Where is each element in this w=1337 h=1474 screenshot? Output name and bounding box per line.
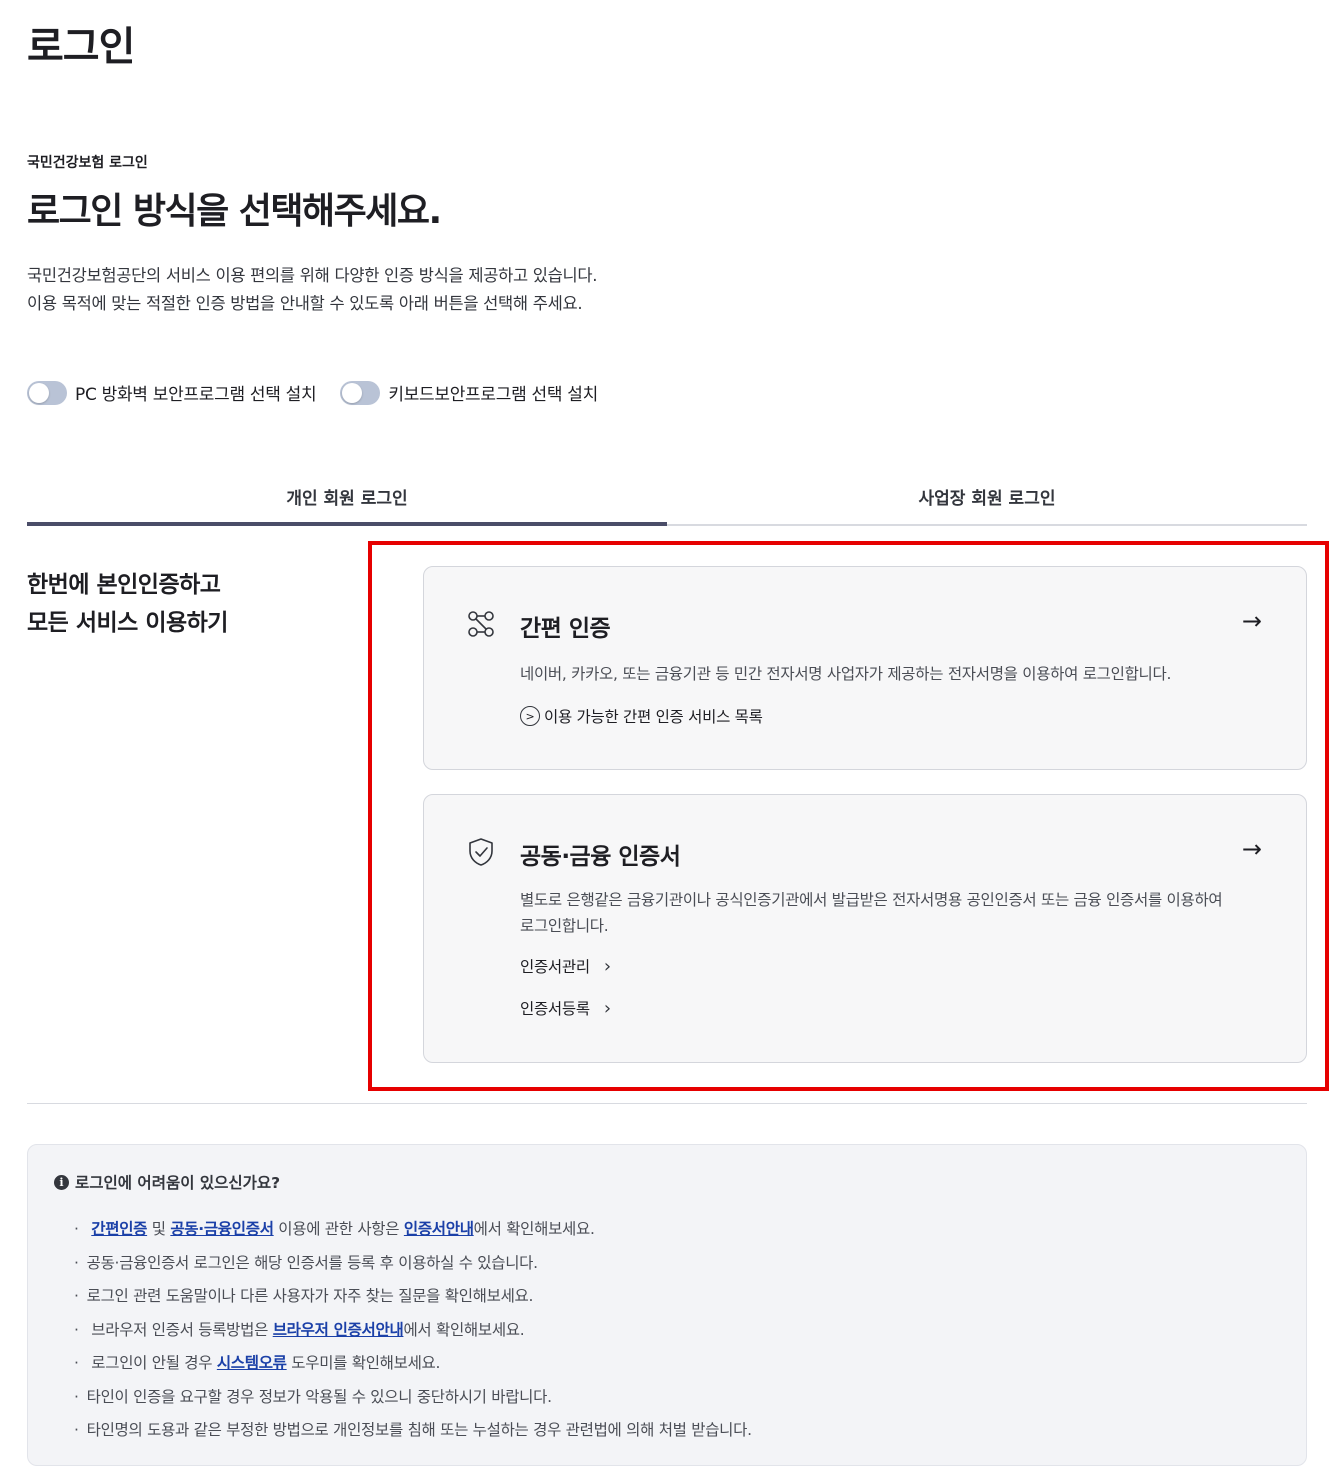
help-list: 간편인증 및 공동·금융인증서 이용에 관한 사항은 인증서안내에서 확인해보세…: [74, 1213, 752, 1448]
help-item: 공동·금융인증서 로그인은 해당 인증서를 등록 후 이용하실 수 있습니다.: [74, 1247, 752, 1281]
simple-auth-service-list-link[interactable]: > 이용 가능한 간편 인증 서비스 목록: [520, 705, 763, 727]
help-text: 및: [147, 1220, 171, 1238]
login-headline: 로그인 방식을 선택해주세요.: [27, 191, 442, 232]
certificate-register-link[interactable]: 인증서등록 ›: [520, 997, 611, 1019]
certificate-manage-link[interactable]: 인증서관리 ›: [520, 955, 611, 977]
help-text: 로그인이 안될 경우: [91, 1354, 217, 1372]
login-description: 국민건강보험공단의 서비스 이용 편의를 위해 다양한 인증 방식을 제공하고 …: [27, 262, 598, 318]
side-heading-line-2: 모든 서비스 이용하기: [27, 610, 228, 636]
side-heading-line-1: 한번에 본인인증하고: [27, 572, 221, 598]
card-description: 별도로 은행같은 금융기관이나 공식인증기관에서 발급받은 전자서명용 공인인증…: [520, 891, 1223, 935]
login-help-box: i 로그인에 어려움이 있으신가요? 간편인증 및 공동·금융인증서 이용에 관…: [27, 1144, 1307, 1466]
help-text: 에서 확인해보세요.: [403, 1320, 525, 1339]
system-error-link[interactable]: 시스템오류: [217, 1354, 287, 1372]
login-type-tabs: 개인 회원 로그인 사업장 회원 로그인: [27, 470, 1307, 526]
card-title: 공동·금융 인증서: [520, 844, 681, 870]
help-item: 타인명의 도용과 같은 부정한 방법으로 개인정보를 침해 또는 누설하는 경우…: [74, 1414, 752, 1448]
card-title: 간편 인증: [520, 616, 611, 642]
help-text: 도우미를 확인해보세요.: [286, 1354, 441, 1372]
toggle-knob: [342, 382, 363, 403]
toggle-knob: [29, 382, 49, 403]
toggle-switch[interactable]: [340, 380, 381, 405]
desc-line-2: 이용 목적에 맞는 적절한 인증 방법을 안내할 수 있도록 아래 버튼을 선택…: [27, 294, 583, 313]
toggle-switch[interactable]: [27, 380, 67, 405]
help-item: 간편인증 및 공동·금융인증서 이용에 관한 사항은 인증서안내에서 확인해보세…: [74, 1213, 752, 1247]
certificate-auth-card[interactable]: 공동·금융 인증서 → 별도로 은행같은 금융기관이나 공식인증기관에서 발급받…: [423, 794, 1307, 1063]
arrow-right-icon[interactable]: →: [1242, 607, 1262, 635]
circle-chevron-right-icon: >: [520, 706, 540, 726]
help-text: 브라우저 인증서 등록방법은: [91, 1320, 273, 1339]
help-text: 에서 확인해보세요.: [473, 1220, 595, 1238]
link-label: 인증서등록: [520, 1000, 590, 1018]
section-divider: [27, 1103, 1307, 1104]
keyboard-security-toggle[interactable]: 키보드보안프로그램 선택 설치: [340, 380, 598, 405]
help-item: 로그인이 안될 경우 시스템오류 도우미를 확인해보세요.: [74, 1347, 752, 1381]
simple-auth-help-link[interactable]: 간편인증: [91, 1220, 147, 1238]
help-text: 이용에 관한 사항은: [273, 1220, 404, 1238]
shield-check-icon: [469, 838, 493, 866]
certificate-guide-link[interactable]: 인증서안내: [404, 1220, 474, 1238]
card-description: 네이버, 카카오, 또는 금융기관 등 민간 전자서명 사업자가 제공하는 전자…: [520, 665, 1172, 683]
toggle-label: 키보드보안프로그램 선택 설치: [388, 385, 598, 405]
toggle-label: PC 방화벽 보안프로그램 선택 설치: [75, 385, 317, 405]
browser-certificate-guide-link[interactable]: 브라우저 인증서안내: [273, 1321, 404, 1339]
link-nodes-icon: [468, 611, 494, 637]
desc-line-1: 국민건강보험공단의 서비스 이용 편의를 위해 다양한 인증 방식을 제공하고 …: [27, 266, 598, 285]
firewall-toggle[interactable]: PC 방화벽 보안프로그램 선택 설치: [27, 380, 317, 405]
help-title: i 로그인에 어려움이 있으신가요?: [54, 1171, 280, 1193]
certificate-help-link[interactable]: 공동·금융인증서: [170, 1220, 274, 1238]
arrow-right-icon[interactable]: →: [1242, 835, 1262, 863]
security-toggles: PC 방화벽 보안프로그램 선택 설치 키보드보안프로그램 선택 설치: [27, 380, 598, 405]
help-title-text: 로그인에 어려움이 있으신가요?: [75, 1174, 281, 1192]
link-label: 이용 가능한 간편 인증 서비스 목록: [544, 708, 763, 726]
tab-personal-login[interactable]: 개인 회원 로그인: [27, 470, 667, 526]
tab-business-login[interactable]: 사업장 회원 로그인: [667, 470, 1307, 524]
chevron-right-icon: ›: [603, 955, 611, 977]
page-title: 로그인: [27, 24, 135, 70]
help-item: 브라우저 인증서 등록방법은 브라우저 인증서안내에서 확인해보세요.: [74, 1314, 752, 1348]
info-icon: i: [54, 1174, 69, 1190]
help-item: 로그인 관련 도움말이나 다른 사용자가 자주 찾는 질문을 확인해보세요.: [74, 1280, 752, 1314]
chevron-right-icon: ›: [603, 997, 611, 1019]
login-eyebrow: 국민건강보험 로그인: [27, 155, 148, 171]
side-heading: 한번에 본인인증하고 모든 서비스 이용하기: [27, 566, 228, 642]
help-item: 타인이 인증을 요구할 경우 정보가 악용될 수 있으니 중단하시기 바랍니다.: [74, 1381, 752, 1415]
simple-auth-card[interactable]: 간편 인증 → 네이버, 카카오, 또는 금융기관 등 민간 전자서명 사업자가…: [423, 566, 1307, 770]
link-label: 인증서관리: [520, 958, 590, 976]
